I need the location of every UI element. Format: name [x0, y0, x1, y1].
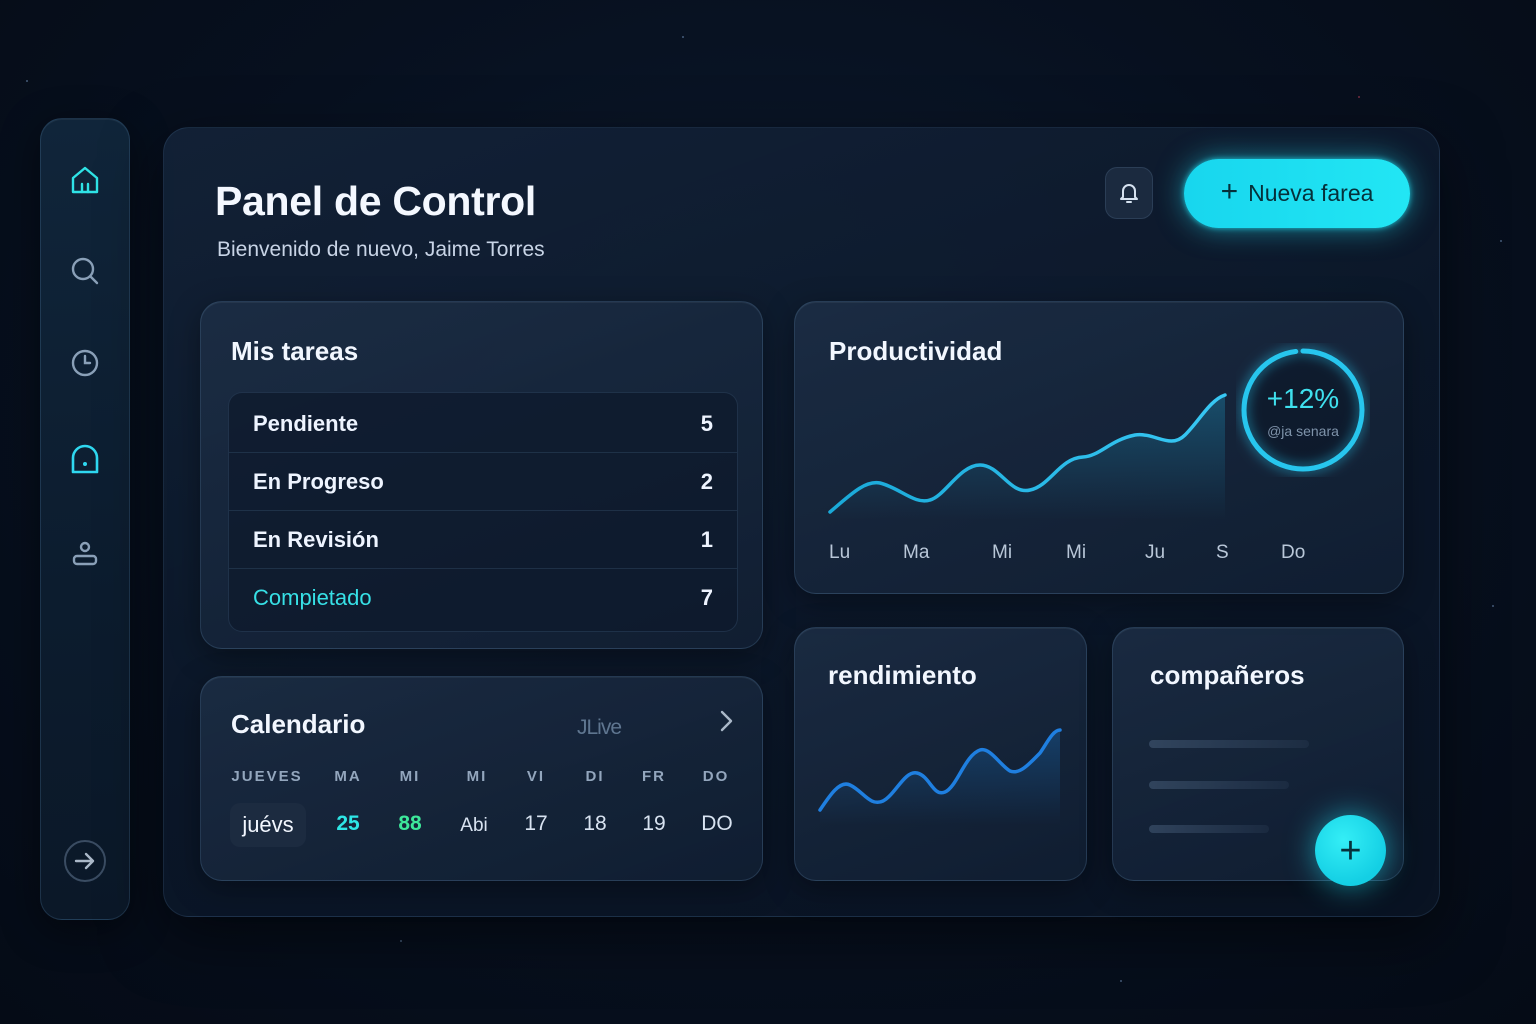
calendar-weekday: MA	[334, 768, 362, 785]
calendar-day[interactable]: 17	[513, 812, 559, 836]
productivity-area	[830, 395, 1225, 520]
sidebar-item-profile[interactable]	[63, 531, 107, 575]
team-placeholder-line	[1149, 781, 1289, 789]
performance-area	[820, 730, 1060, 825]
task-count: 2	[700, 468, 713, 494]
plus-icon: +	[1220, 175, 1239, 208]
calendar-title: Calendario	[231, 709, 366, 739]
task-count: 1	[700, 526, 713, 552]
sidebar-item-dashboard[interactable]	[63, 438, 107, 482]
task-count: 5	[700, 410, 713, 436]
calendar-weekday: DI	[585, 768, 605, 785]
productivity-change-value: +12%	[1266, 383, 1340, 414]
productivity-change-label: @ja senara	[1267, 423, 1339, 439]
performance-title: rendimiento	[828, 660, 977, 690]
user-icon	[72, 541, 98, 566]
calendar-day[interactable]: 25	[325, 812, 371, 836]
add-teammate-button[interactable]: +	[1315, 815, 1386, 886]
productivity-x-label: S	[1216, 542, 1229, 563]
task-row-pending[interactable]: Pendiente 5	[229, 395, 737, 453]
page-title: Panel de Control	[215, 178, 536, 224]
notifications-button[interactable]	[1105, 167, 1153, 219]
calendar-weekday: VI	[526, 768, 546, 785]
calendar-month-label: JLive	[577, 716, 622, 739]
productivity-x-label: Ma	[903, 542, 930, 563]
plus-icon: +	[1339, 829, 1362, 872]
task-label: En Progreso	[253, 468, 384, 494]
calendar-weekday: MI	[399, 768, 421, 785]
calendar-day[interactable]: Abi	[451, 815, 497, 837]
performance-line-chart	[818, 728, 1062, 825]
calendar-weekday: MI	[466, 768, 488, 785]
calendar-day[interactable]: 18	[572, 812, 618, 836]
sidebar-item-home[interactable]	[63, 158, 107, 202]
productivity-title: Productividad	[829, 336, 1003, 366]
calendar-day-selected[interactable]: juévs	[230, 803, 306, 847]
productivity-x-label: Lu	[829, 542, 851, 563]
calendar-weekday: DO	[702, 768, 730, 785]
calendar-day[interactable]: 19	[631, 812, 677, 836]
calendar-weekday: FR	[642, 768, 666, 785]
clock-icon	[71, 349, 99, 377]
task-count: 7	[700, 585, 713, 610]
productivity-x-label: Mi	[1066, 542, 1087, 563]
sidebar	[40, 118, 130, 920]
task-row-completed[interactable]: Compietado 7	[229, 569, 737, 627]
calendar-weekday: JUEVES	[231, 768, 303, 785]
productivity-line-chart	[828, 393, 1227, 520]
tasks-title: Mis tareas	[231, 336, 359, 366]
arrow-right-icon	[64, 840, 106, 882]
task-row-in-progress[interactable]: En Progreso 2	[229, 453, 737, 511]
search-icon	[71, 257, 99, 285]
calendar-day[interactable]: DO	[693, 812, 741, 836]
productivity-x-label: Mi	[992, 542, 1013, 563]
task-label: Pendiente	[253, 410, 359, 436]
task-label: En Revisión	[253, 526, 379, 552]
task-label: Compietado	[253, 585, 372, 610]
chevron-right-icon[interactable]	[714, 706, 738, 736]
team-title: compañeros	[1150, 660, 1305, 690]
bell-icon	[1120, 184, 1138, 203]
sidebar-item-history[interactable]	[63, 341, 107, 385]
new-task-label: Nueva farea	[1248, 180, 1374, 206]
task-row-review[interactable]: En Revisión 1	[229, 511, 737, 569]
team-placeholder-line	[1149, 740, 1309, 748]
welcome-subtitle: Bienvenido de nuevo, Jaime Torres	[217, 238, 545, 261]
new-task-button[interactable]: + Nueva farea	[1184, 159, 1410, 228]
dashboard-icon	[71, 444, 99, 474]
team-placeholder-line	[1149, 825, 1269, 833]
tasks-list: Pendiente 5 En Progreso 2 En Revisión 1 …	[228, 392, 738, 632]
sidebar-expand-button[interactable]	[63, 839, 107, 883]
productivity-x-label: Do	[1281, 542, 1306, 563]
theme-toggle-icon[interactable]	[1048, 180, 1076, 208]
calendar-day[interactable]: 88	[387, 812, 433, 836]
productivity-x-label: Ju	[1145, 542, 1166, 563]
home-icon	[71, 166, 99, 194]
sidebar-item-search[interactable]	[63, 249, 107, 293]
